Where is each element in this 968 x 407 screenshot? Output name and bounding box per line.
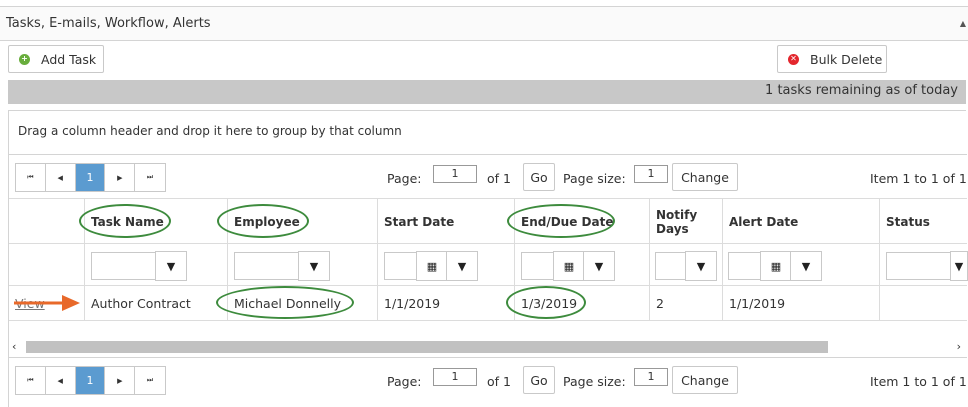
collapse-icon[interactable]: ▲	[960, 19, 966, 28]
cell-status	[879, 286, 967, 321]
page-size-input[interactable]: 1	[634, 368, 668, 386]
tasks-remaining-text: 1 tasks remaining as of today	[765, 83, 958, 98]
header-alert-date[interactable]: Alert Date	[722, 199, 879, 244]
pager-bottom: ⏮ ◀ 1 ▶ ⏭ Page: 1 of 1 Go Page size: 1 C…	[9, 357, 967, 401]
filter-cell-status: ▼	[879, 244, 968, 286]
cell-end-date: 1/3/2019	[514, 286, 649, 321]
header-task-name[interactable]: Task Name	[84, 199, 227, 244]
cell-notify-days: 2	[649, 286, 722, 321]
header-notify-days[interactable]: Notify Days	[649, 199, 722, 244]
change-button[interactable]: Change	[672, 163, 738, 191]
tasks-grid: Drag a column header and drop it here to…	[8, 110, 968, 407]
horizontal-scrollbar[interactable]: ‹ ›	[9, 338, 967, 356]
filter-cell-employee: ▼	[227, 244, 377, 286]
page-label: Page:	[387, 374, 422, 389]
add-task-button[interactable]: + Add Task	[8, 45, 104, 73]
filter-input-alert-date[interactable]	[728, 252, 762, 280]
filter-input-task-name[interactable]	[91, 252, 157, 280]
pager-nav: ⏮ ◀ 1 ▶ ⏭	[15, 163, 166, 192]
scroll-left-icon[interactable]: ‹	[12, 340, 16, 353]
header-end-date[interactable]: End/Due Date	[514, 199, 649, 244]
page-number-current[interactable]: 1	[75, 367, 106, 394]
cell-alert-date: 1/1/2019	[722, 286, 879, 321]
header-action	[9, 199, 84, 244]
group-by-panel[interactable]: Drag a column header and drop it here to…	[9, 111, 967, 155]
go-button[interactable]: Go	[523, 366, 555, 394]
filter-icon[interactable]: ▼	[446, 251, 478, 281]
calendar-icon[interactable]: ▦	[416, 251, 448, 281]
bulk-delete-label: Bulk Delete	[810, 51, 883, 67]
add-task-label: Add Task	[41, 51, 97, 67]
group-hint: Drag a column header and drop it here to…	[18, 124, 402, 138]
prev-page-icon[interactable]: ◀	[46, 367, 76, 394]
table-row[interactable]: View Author Contract Michael Donnelly 1/…	[9, 286, 967, 321]
filter-input-start-date[interactable]	[384, 252, 418, 280]
page-input[interactable]: 1	[433, 165, 477, 183]
cell-start-date: 1/1/2019	[377, 286, 514, 321]
add-icon: +	[19, 53, 30, 65]
prev-page-icon[interactable]: ◀	[46, 164, 76, 191]
scrollbar-thumb[interactable]	[26, 341, 828, 353]
calendar-icon[interactable]: ▦	[760, 251, 792, 281]
filter-input-end-date[interactable]	[521, 252, 555, 280]
filter-icon[interactable]: ▼	[950, 251, 968, 281]
go-button[interactable]: Go	[523, 163, 555, 191]
bulk-delete-button[interactable]: ✕ Bulk Delete	[777, 45, 887, 73]
filter-icon[interactable]: ▼	[583, 251, 615, 281]
panel-title: Tasks, E-mails, Workflow, Alerts	[6, 16, 211, 31]
header-start-date[interactable]: Start Date	[377, 199, 514, 244]
next-page-icon[interactable]: ▶	[105, 367, 136, 394]
status-bar: 1 tasks remaining as of today	[8, 80, 966, 104]
calendar-icon[interactable]: ▦	[553, 251, 585, 281]
header-employee[interactable]: Employee	[227, 199, 377, 244]
header-status[interactable]: Status	[879, 199, 967, 244]
page-size-label: Page size:	[563, 171, 626, 186]
first-page-icon[interactable]: ⏮	[16, 164, 46, 191]
last-page-icon[interactable]: ⏭	[135, 367, 165, 394]
pager-nav: ⏮ ◀ 1 ▶ ⏭	[15, 366, 166, 395]
filter-row: ▼ ▼ ▦ ▼ ▦ ▼ ▼ ▦ ▼ ▼	[9, 244, 968, 286]
next-page-icon[interactable]: ▶	[105, 164, 136, 191]
page-of-label: of 1	[487, 171, 511, 186]
filter-select-status[interactable]	[886, 252, 952, 280]
items-count-label: Item 1 to 1 of 1	[870, 171, 967, 186]
page-size-label: Page size:	[563, 374, 626, 389]
filter-icon[interactable]: ▼	[685, 251, 717, 281]
change-button[interactable]: Change	[672, 366, 738, 394]
page-input[interactable]: 1	[433, 368, 477, 386]
filter-cell-alert-date: ▦ ▼	[722, 244, 879, 286]
filter-cell-start-date: ▦ ▼	[377, 244, 514, 286]
filter-icon[interactable]: ▼	[155, 251, 187, 281]
cell-employee: Michael Donnelly	[227, 286, 377, 321]
filter-cell-task-name: ▼	[84, 244, 227, 286]
filter-cell-notify-days: ▼	[649, 244, 722, 286]
filter-cell-action	[9, 244, 84, 286]
page-of-label: of 1	[487, 374, 511, 389]
panel-header[interactable]: Tasks, E-mails, Workflow, Alerts ▲	[0, 6, 968, 41]
delete-icon: ✕	[788, 53, 799, 65]
page-size-input[interactable]: 1	[634, 165, 668, 183]
pager-top: ⏮ ◀ 1 ▶ ⏭ Page: 1 of 1 Go Page size: 1 C…	[9, 155, 967, 199]
filter-input-notify-days[interactable]	[655, 252, 687, 280]
filter-input-employee[interactable]	[234, 252, 300, 280]
arrow-icon	[14, 295, 80, 311]
page-label: Page:	[387, 171, 422, 186]
last-page-icon[interactable]: ⏭	[135, 164, 165, 191]
scroll-right-icon[interactable]: ›	[957, 340, 961, 353]
items-count-label: Item 1 to 1 of 1	[870, 374, 967, 389]
cell-task-name: Author Contract	[84, 286, 227, 321]
page-number-current[interactable]: 1	[75, 164, 106, 191]
filter-icon[interactable]: ▼	[790, 251, 822, 281]
filter-icon[interactable]: ▼	[298, 251, 330, 281]
filter-cell-end-date: ▦ ▼	[514, 244, 649, 286]
grid-header-row: Task Name Employee Start Date End/Due Da…	[9, 199, 967, 244]
first-page-icon[interactable]: ⏮	[16, 367, 46, 394]
